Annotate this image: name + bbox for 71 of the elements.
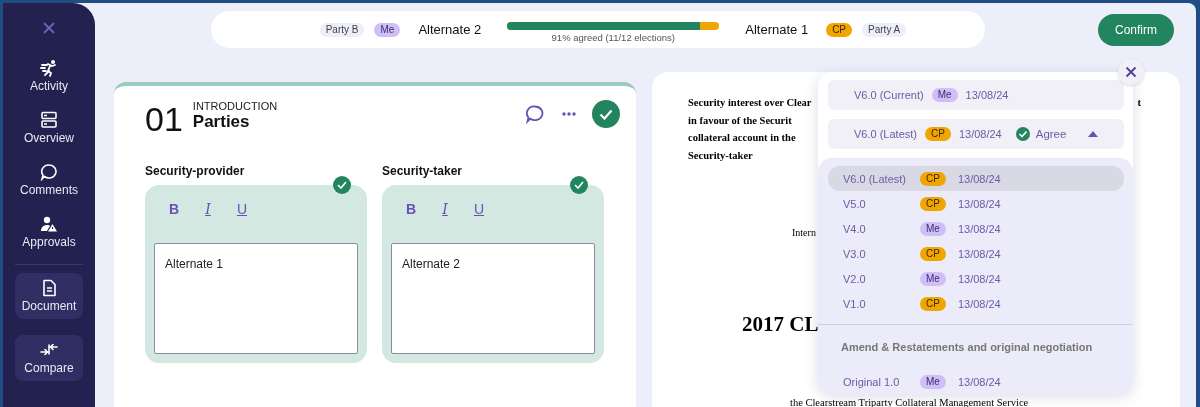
sidebar-item[interactable]: Approvals xyxy=(15,208,83,256)
format-button[interactable]: U xyxy=(232,199,252,219)
sidebar-item[interactable]: Activity xyxy=(15,52,83,100)
version-row[interactable]: V6.0 (Current) Me 13/08/24 xyxy=(828,80,1124,110)
version-date: 13/08/24 xyxy=(958,128,1002,140)
version-item[interactable]: V6.0 (Latest) CP 13/08/24 xyxy=(828,166,1124,191)
close-icon xyxy=(42,21,56,35)
section-category: INTRODUCTION xyxy=(192,100,278,112)
more-icon xyxy=(562,112,576,116)
party-tag: Me xyxy=(920,221,946,236)
version-name: V6.0 (Current) xyxy=(854,89,924,101)
user-warning-icon xyxy=(40,215,58,233)
format-button[interactable]: I xyxy=(435,199,455,219)
document-text: t xyxy=(1137,96,1141,110)
party-tag: Me xyxy=(920,374,946,389)
field-label: Security-provider xyxy=(145,164,246,178)
confirm-button[interactable]: Confirm xyxy=(1098,14,1174,46)
version-date: 13/08/24 xyxy=(965,89,1009,101)
party-tag: CP xyxy=(920,246,946,261)
version-select[interactable]: V6.0 (Latest) CP 13/08/24 Agree xyxy=(828,119,1124,149)
section-number: 01 xyxy=(145,100,183,138)
option-label: Alternate 1 xyxy=(745,22,809,37)
party-tag: Me xyxy=(931,88,958,102)
close-button[interactable] xyxy=(1118,59,1144,85)
status-label: Agree xyxy=(1035,128,1067,140)
group-heading: Amend & Restatements and original negotiation xyxy=(840,340,1094,355)
progress-caption: 91% agreed (11/12 elections) xyxy=(551,32,675,43)
version-item[interactable]: V2.0 Me 13/08/24 xyxy=(828,266,1124,291)
document-text: Security interest over Clear xyxy=(688,96,812,110)
party-tag: Me xyxy=(374,22,401,37)
runner-icon xyxy=(40,59,58,77)
document-text: collateral account in the xyxy=(688,131,796,145)
comment-icon xyxy=(40,163,58,181)
format-button[interactable]: I xyxy=(198,199,218,219)
version-item[interactable]: V4.0 Me 13/08/24 xyxy=(828,216,1124,241)
list-panels-icon xyxy=(40,111,58,129)
comment-button[interactable] xyxy=(524,103,546,125)
document-text: Security-taker xyxy=(688,148,753,163)
text-area[interactable]: Alternate 2 xyxy=(391,243,595,354)
version-item[interactable]: V5.0 CP 13/08/24 xyxy=(828,191,1124,216)
document-text: Intern xyxy=(792,227,816,238)
version-item[interactable]: Original 1.0 Me 13/08/24 xyxy=(828,369,1124,394)
party-tag: Me xyxy=(920,271,946,286)
section-title: Parties xyxy=(192,112,251,132)
document-text: in favour of the Securit xyxy=(688,113,792,128)
text-area[interactable]: Alternate 1 xyxy=(154,243,358,354)
approve-button[interactable] xyxy=(592,100,620,128)
sidebar-item[interactable]: Comments xyxy=(15,156,83,204)
format-button[interactable]: B xyxy=(401,199,421,219)
sidebar-item[interactable]: Compare xyxy=(15,335,83,381)
comment-icon xyxy=(525,104,545,124)
field-label: Security-taker xyxy=(382,164,464,178)
party-tag: CP xyxy=(920,171,946,186)
option-label: Alternate 2 xyxy=(418,22,482,37)
close-icon xyxy=(1125,66,1137,78)
sidebar-item[interactable]: Document xyxy=(15,273,83,319)
sidebar-item[interactable]: Overview xyxy=(15,104,83,152)
party-tag: Party A xyxy=(862,22,907,37)
document-icon xyxy=(40,279,58,297)
party-tag: CP xyxy=(920,296,946,311)
party-tag: Party B xyxy=(319,22,365,37)
check-icon xyxy=(599,108,613,120)
party-tag: CP xyxy=(920,196,946,211)
format-button[interactable]: B xyxy=(164,199,184,219)
format-button[interactable]: U xyxy=(469,199,489,219)
version-item[interactable]: V3.0 CP 13/08/24 xyxy=(828,241,1124,266)
party-tag: CP xyxy=(826,22,853,37)
version-name: V6.0 (Latest) xyxy=(854,128,917,140)
document-heading: 2017 CL xyxy=(742,312,819,337)
party-tag: CP xyxy=(925,127,951,141)
version-item[interactable]: V1.0 CP 13/08/24 xyxy=(828,291,1124,316)
